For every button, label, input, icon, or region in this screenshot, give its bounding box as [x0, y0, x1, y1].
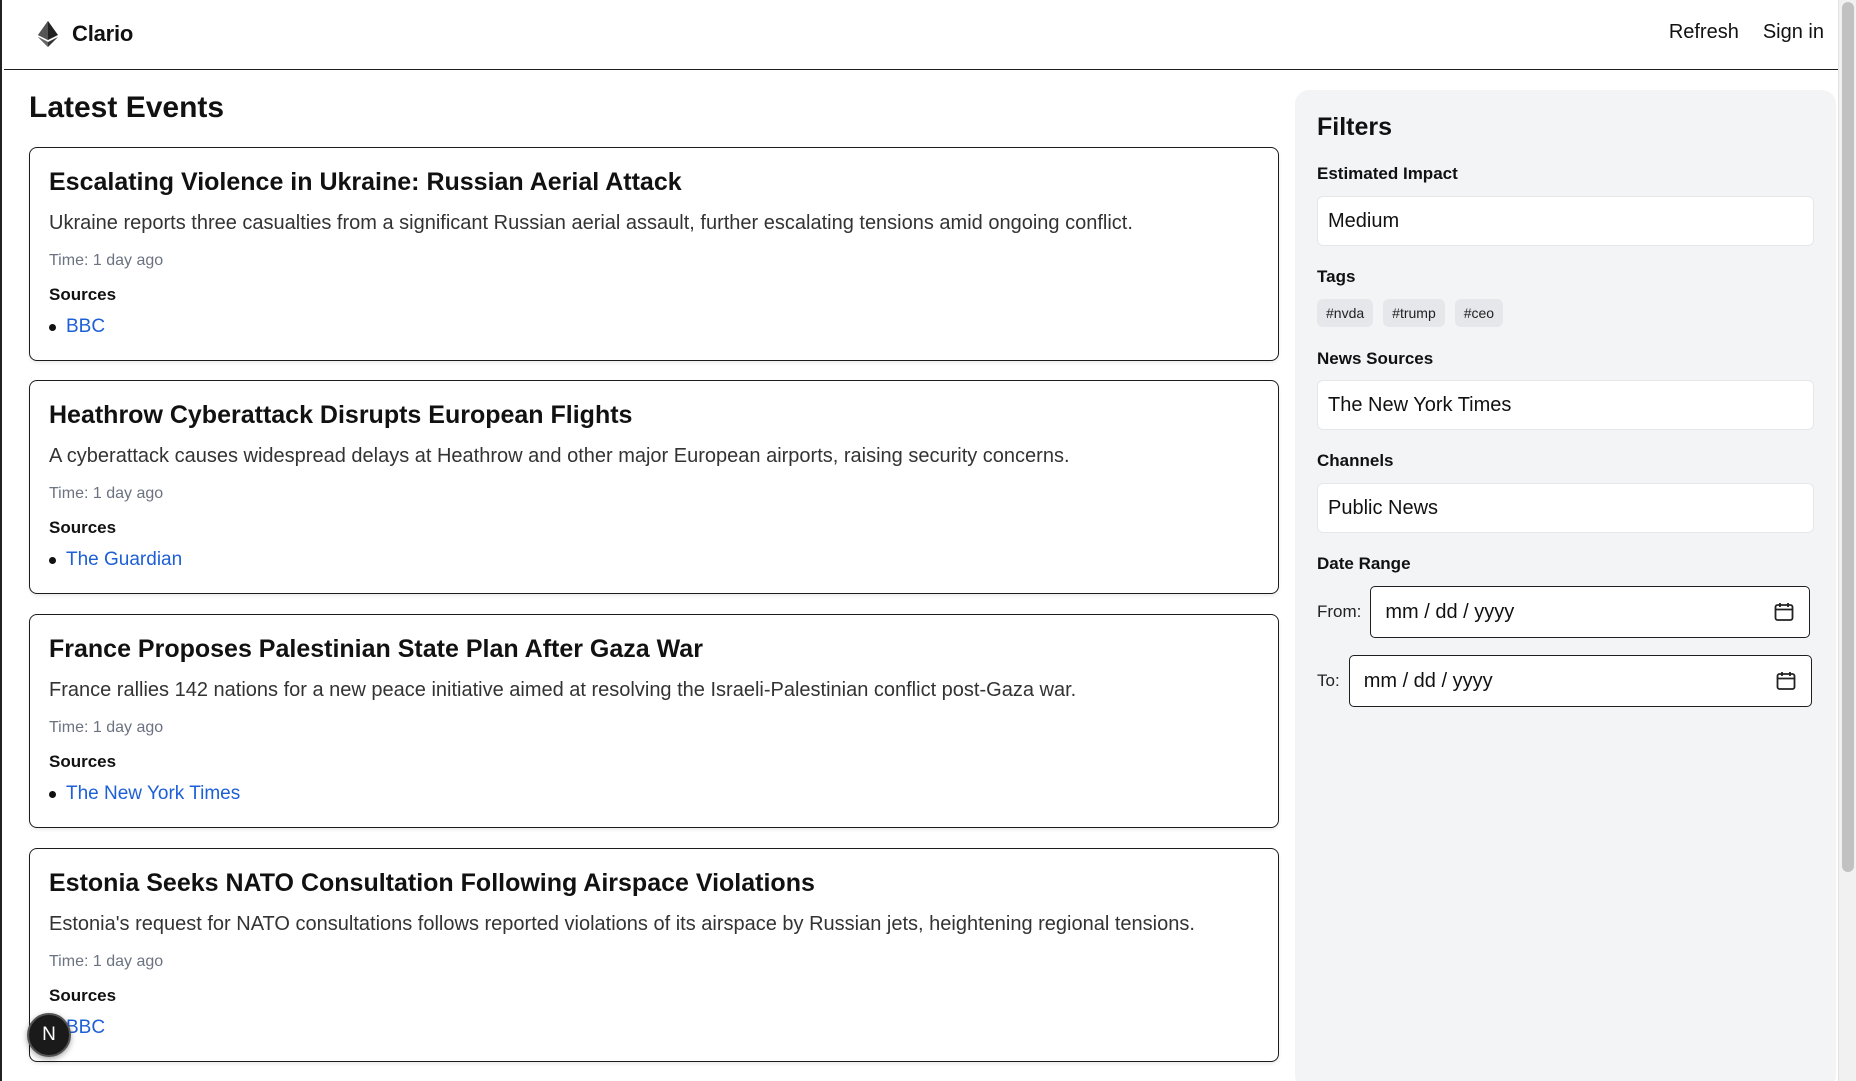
top-navbar: Clario Refresh Sign in — [4, 0, 1856, 70]
page-scrollbar[interactable] — [1838, 0, 1856, 1081]
source-item: BBC — [49, 316, 105, 338]
news-sources-select[interactable]: The New York Times — [1317, 380, 1814, 430]
date-from-row: From: mm / dd / yyyy — [1317, 586, 1811, 638]
sources-label: Sources — [49, 285, 117, 304]
date-to-row: To: mm / dd / yyyy — [1317, 655, 1812, 707]
page-title: Latest Events — [29, 91, 225, 124]
bullet-icon — [49, 790, 56, 798]
event-time: Time: 1 day ago — [49, 719, 164, 736]
source-item: The New York Times — [49, 783, 240, 805]
source-link[interactable]: BBC — [66, 316, 105, 338]
event-card[interactable]: Escalating Violence in Ukraine: Russian … — [29, 147, 1279, 361]
impact-select[interactable]: Medium — [1317, 196, 1814, 246]
news-sources-label: News Sources — [1317, 349, 1434, 368]
event-time: Time: 1 day ago — [49, 953, 164, 970]
source-link[interactable]: BBC — [66, 1017, 105, 1039]
source-link[interactable]: The New York Times — [66, 783, 240, 805]
header-nav: Refresh Sign in — [1669, 21, 1824, 44]
event-title[interactable]: Estonia Seeks NATO Consultation Followin… — [49, 869, 815, 898]
brand-name: Clario — [72, 21, 134, 46]
source-link[interactable]: The Guardian — [66, 549, 182, 571]
refresh-link[interactable]: Refresh — [1669, 21, 1739, 44]
date-to-placeholder: mm / dd / yyyy — [1363, 669, 1493, 692]
tags-label: Tags — [1317, 267, 1356, 286]
calendar-icon[interactable] — [1773, 601, 1795, 623]
date-to-label: To: — [1317, 671, 1340, 690]
scrollbar-thumb[interactable] — [1842, 2, 1854, 872]
date-from-input[interactable]: mm / dd / yyyy — [1370, 586, 1811, 638]
sources-label: Sources — [49, 518, 117, 537]
app-frame: Clario Refresh Sign in Latest Events Esc… — [0, 0, 1856, 1081]
event-card[interactable]: Heathrow Cyberattack Disrupts European F… — [29, 380, 1279, 594]
event-title[interactable]: Escalating Violence in Ukraine: Russian … — [49, 168, 682, 197]
event-card[interactable]: France Proposes Palestinian State Plan A… — [29, 614, 1279, 828]
sign-in-link[interactable]: Sign in — [1763, 21, 1824, 44]
event-time: Time: 1 day ago — [49, 252, 164, 269]
filters-title: Filters — [1317, 113, 1393, 141]
impact-label: Estimated Impact — [1317, 164, 1458, 183]
tag-chip[interactable]: #trump — [1383, 299, 1445, 327]
event-title[interactable]: Heathrow Cyberattack Disrupts European F… — [49, 401, 632, 430]
filters-panel: Filters Estimated Impact Medium Tags #nv… — [1295, 90, 1836, 1081]
bullet-icon — [49, 323, 56, 331]
tag-chip[interactable]: #nvda — [1317, 299, 1374, 327]
tag-chip[interactable]: #ceo — [1454, 299, 1504, 327]
date-range-label: Date Range — [1317, 554, 1411, 573]
event-title[interactable]: France Proposes Palestinian State Plan A… — [49, 635, 703, 664]
source-item: The Guardian — [49, 549, 182, 571]
date-from-placeholder: mm / dd / yyyy — [1385, 600, 1515, 623]
tag-list: #nvda #trump #ceo — [1317, 299, 1504, 327]
bullet-icon — [49, 556, 56, 564]
date-from-label: From: — [1317, 602, 1362, 621]
event-summary: France rallies 142 nations for a new pea… — [49, 679, 1077, 701]
event-card[interactable]: Estonia Seeks NATO Consultation Followin… — [29, 848, 1279, 1062]
sources-label: Sources — [49, 752, 117, 771]
n-badge-button[interactable]: N — [27, 1013, 71, 1057]
brand[interactable]: Clario — [36, 20, 133, 48]
ethereum-diamond-icon — [38, 21, 58, 47]
event-summary: Ukraine reports three casualties from a … — [49, 212, 1133, 234]
sources-label: Sources — [49, 986, 117, 1005]
event-time: Time: 1 day ago — [49, 485, 164, 502]
calendar-icon[interactable] — [1775, 670, 1797, 692]
date-to-input[interactable]: mm / dd / yyyy — [1348, 655, 1812, 707]
event-summary: Estonia's request for NATO consultations… — [49, 913, 1195, 935]
event-summary: A cyberattack causes widespread delays a… — [49, 445, 1070, 467]
channels-label: Channels — [1317, 451, 1394, 470]
channels-select[interactable]: Public News — [1317, 483, 1814, 533]
